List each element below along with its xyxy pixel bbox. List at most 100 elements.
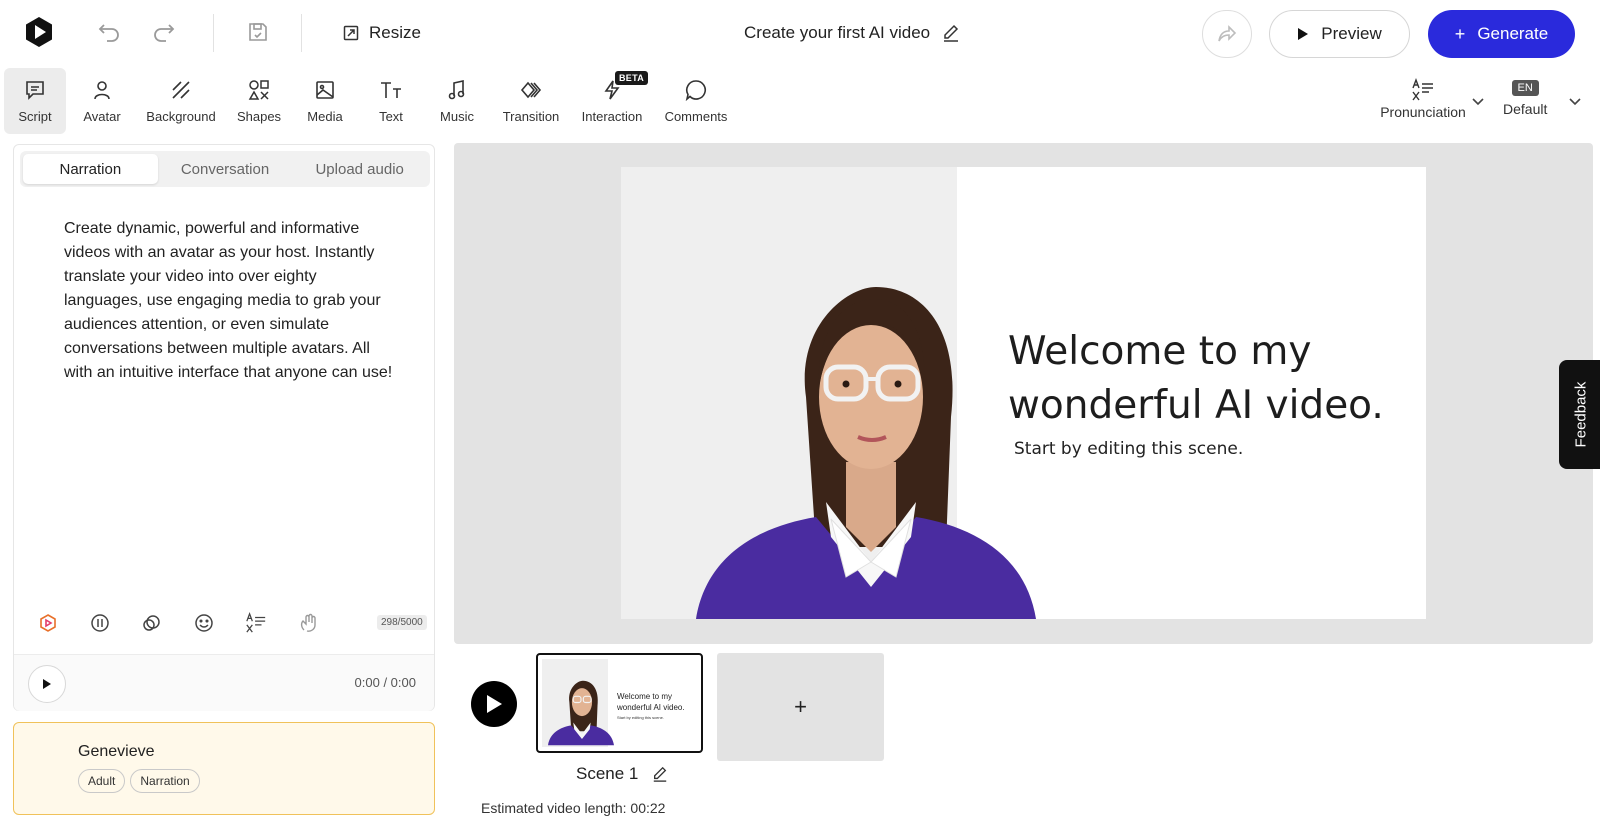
tool-label: Comments — [664, 109, 728, 124]
chevron-down-icon[interactable] — [1471, 94, 1485, 112]
pronunciation-button[interactable]: Pronunciation — [1368, 76, 1478, 120]
avatar-name: Genevieve — [78, 743, 155, 760]
resize-icon — [343, 25, 359, 41]
share-button[interactable] — [1202, 10, 1252, 58]
chevron-down-icon[interactable] — [1568, 94, 1582, 112]
undo-icon[interactable] — [95, 18, 123, 46]
audio-time: 0:00 / 0:00 — [354, 675, 416, 690]
avatar-voice-card[interactable]: Genevieve Adult Narration — [13, 722, 435, 815]
edit-scene-icon[interactable] — [652, 766, 668, 782]
plus-icon: + — [1454, 23, 1466, 44]
pronunciation-icon — [1411, 76, 1435, 104]
resize-button[interactable]: Resize — [343, 20, 421, 46]
thumbnail-subtitle: Start by editing this scene. — [617, 715, 664, 720]
tool-transition[interactable]: Transition — [496, 68, 566, 134]
project-title[interactable]: Create your first AI video — [744, 20, 960, 46]
tool-label: Avatar — [83, 109, 121, 124]
tool-label: Music — [440, 109, 474, 124]
add-scene-label: + — [794, 694, 807, 719]
avatar-tag: Narration — [130, 769, 200, 793]
edit-title-icon[interactable] — [942, 24, 960, 42]
tool-comments[interactable]: Comments — [660, 68, 732, 134]
thumbnail-title: Welcome to my wonderful AI video. — [617, 692, 685, 712]
script-panel: Narration Conversation Upload audio Crea… — [13, 144, 435, 711]
scene-thumbnail[interactable]: Welcome to my wonderful AI video. Start … — [536, 653, 703, 753]
tool-script[interactable]: Script — [4, 68, 66, 134]
language-label: Default — [1503, 101, 1548, 117]
script-tabs: Narration Conversation Upload audio — [20, 151, 430, 187]
comments-icon — [683, 77, 709, 103]
play-audio-button[interactable] — [28, 665, 66, 703]
tool-music[interactable]: Music — [430, 68, 484, 134]
shapes-icon — [246, 77, 272, 103]
feedback-label: Feedback — [1572, 381, 1590, 448]
pronunciation-label: Pronunciation — [1380, 104, 1466, 120]
language-code-badge: EN — [1511, 80, 1539, 96]
divider — [301, 14, 302, 52]
gesture-icon[interactable] — [296, 611, 320, 635]
tool-label: Background — [146, 109, 216, 124]
preview-label: Preview — [1321, 24, 1382, 43]
emotion-icon[interactable] — [192, 611, 216, 635]
play-icon — [1298, 28, 1309, 40]
tool-label: Shapes — [236, 109, 282, 124]
language-selector[interactable]: EN Default — [1503, 80, 1547, 117]
play-icon — [43, 679, 51, 689]
media-icon — [312, 77, 338, 103]
preview-button[interactable]: Preview — [1269, 10, 1410, 58]
script-textarea[interactable]: Create dynamic, powerful and informative… — [64, 217, 394, 385]
script-tools: 298/5000 — [14, 603, 434, 643]
estimated-length: Estimated video length: 00:22 — [481, 800, 666, 816]
pronunciation-icon[interactable] — [244, 611, 268, 635]
background-icon — [168, 77, 194, 103]
tool-background[interactable]: Background — [140, 68, 222, 134]
tool-label: Script — [18, 109, 52, 124]
scene-name-text: Scene 1 — [576, 764, 639, 783]
tool-label: Interaction — [581, 109, 643, 124]
generate-button[interactable]: + Generate — [1428, 10, 1575, 58]
redo-icon[interactable] — [150, 18, 178, 46]
feedback-tab[interactable]: Feedback — [1559, 360, 1600, 469]
audio-player: 0:00 / 0:00 — [14, 654, 434, 711]
tool-avatar[interactable]: Avatar — [75, 68, 129, 134]
avatar-icon — [89, 77, 115, 103]
music-icon — [444, 77, 470, 103]
tool-label: Text — [379, 109, 403, 124]
ai-assistant-icon[interactable] — [36, 611, 60, 635]
share-icon — [1218, 25, 1237, 42]
slide-subtitle[interactable]: Start by editing this scene. — [1014, 439, 1243, 459]
tab-conversation[interactable]: Conversation — [158, 154, 293, 184]
transition-icon — [518, 77, 544, 103]
tab-narration[interactable]: Narration — [23, 154, 158, 184]
add-scene-button[interactable]: + — [717, 653, 884, 761]
text-icon — [378, 77, 404, 103]
voice-effect-icon[interactable] — [140, 611, 164, 635]
tool-shapes[interactable]: Shapes — [232, 68, 286, 134]
divider — [213, 14, 214, 52]
play-icon — [487, 695, 502, 713]
play-video-button[interactable] — [471, 681, 517, 727]
slide-title[interactable]: Welcome to my wonderful AI video. — [1008, 325, 1418, 433]
save-icon[interactable] — [244, 18, 272, 46]
tool-text[interactable]: Text — [365, 68, 417, 134]
beta-badge: BETA — [615, 71, 649, 85]
project-title-text: Create your first AI video — [744, 23, 931, 42]
avatar-presenter[interactable] — [696, 287, 1036, 619]
avatar-tags: Adult Narration — [78, 769, 200, 793]
tool-interaction[interactable]: BETA Interaction — [577, 68, 649, 134]
top-bar: Resize Create your first AI video Previe… — [0, 0, 1600, 66]
scene-canvas[interactable]: Welcome to my wonderful AI video. Start … — [621, 167, 1426, 619]
avatar-tag: Adult — [78, 769, 126, 793]
tool-label: Transition — [502, 109, 560, 124]
scene-name[interactable]: Scene 1 — [576, 764, 668, 784]
script-icon — [22, 77, 48, 103]
tool-label: Media — [307, 109, 343, 124]
tool-media[interactable]: Media — [298, 68, 352, 134]
tab-upload-audio[interactable]: Upload audio — [292, 154, 427, 184]
resize-label: Resize — [369, 23, 421, 42]
app-logo-icon[interactable] — [24, 16, 54, 48]
pause-icon[interactable] — [88, 611, 112, 635]
thumbnail-avatar — [548, 680, 614, 746]
generate-label: Generate — [1477, 24, 1549, 43]
character-counter: 298/5000 — [377, 615, 427, 630]
